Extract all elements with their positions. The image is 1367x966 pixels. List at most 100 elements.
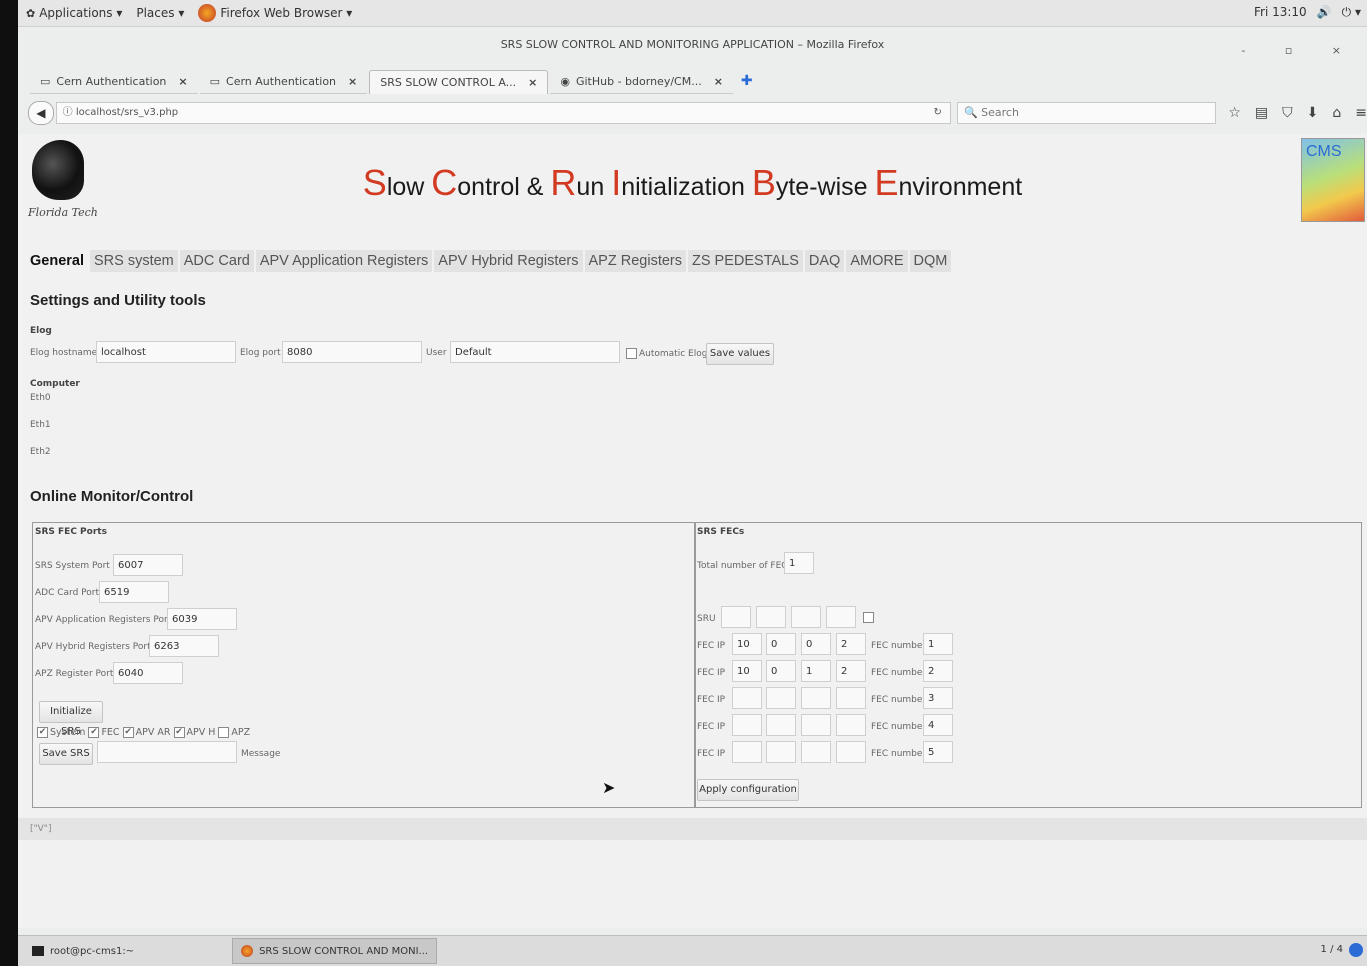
sru-ip-input[interactable]: [756, 606, 786, 628]
fec-number-label: FEC number: [871, 641, 927, 651]
srs-system-port-input[interactable]: 6007: [113, 554, 183, 576]
tab-apz-registers[interactable]: APZ Registers: [584, 250, 686, 272]
tab-zs-pedestals[interactable]: ZS PEDESTALS: [688, 250, 803, 272]
save-srs-button[interactable]: Save SRS: [39, 743, 93, 765]
fec-checkbox-label: FEC: [101, 727, 120, 738]
home-icon[interactable]: ⌂: [1332, 105, 1341, 121]
adc-card-port-input[interactable]: 6519: [99, 581, 169, 603]
fec-number-input[interactable]: 3: [923, 687, 953, 709]
browser-app-menu[interactable]: Firefox Web Browser ▾: [198, 4, 352, 22]
fec-ip-octet[interactable]: [801, 687, 831, 709]
applications-menu[interactable]: ✿ Applications ▾: [26, 6, 122, 20]
browser-tab[interactable]: ▭ Cern Authentication ×: [199, 70, 368, 94]
reader-icon[interactable]: ▤: [1255, 105, 1268, 121]
bottom-taskbar: root@pc-cms1:~ SRS SLOW CONTROL AND MONI…: [18, 935, 1367, 966]
banner-cap: C: [431, 162, 458, 203]
fec-ip-octet[interactable]: [732, 714, 762, 736]
apv-application-port-input[interactable]: 6039: [167, 608, 237, 630]
save-values-button[interactable]: Save values: [706, 343, 774, 365]
fec-ip-octet[interactable]: [766, 687, 796, 709]
volume-icon[interactable]: 🔊: [1317, 5, 1332, 20]
tab-dqm[interactable]: DQM: [909, 250, 952, 272]
taskbar-firefox[interactable]: SRS SLOW CONTROL AND MONI...: [232, 938, 438, 964]
user-input[interactable]: Default: [450, 341, 620, 363]
taskbar-terminal[interactable]: root@pc-cms1:~: [24, 939, 142, 963]
apz-checkbox[interactable]: APZ: [218, 727, 250, 738]
apz-register-port-input[interactable]: 6040: [113, 662, 183, 684]
sru-ip-input[interactable]: [721, 606, 751, 628]
browser-tab-active[interactable]: SRS SLOW CONTROL A... ×: [369, 70, 549, 94]
pocket-icon[interactable]: ⛉: [1282, 105, 1293, 121]
new-tab-button[interactable]: ✚: [735, 70, 759, 94]
apv-ar-checkbox[interactable]: ✔ APV AR: [122, 727, 170, 738]
fec-ip-octet[interactable]: [732, 687, 762, 709]
fec-ip-octet[interactable]: 10: [732, 660, 762, 682]
fec-number-input[interactable]: 5: [923, 741, 953, 763]
fec-ip-octet[interactable]: [801, 714, 831, 736]
apz-checkbox-label: APZ: [231, 727, 251, 738]
close-icon[interactable]: ×: [178, 75, 187, 88]
total-fecs-label: Total number of FECs: [697, 561, 793, 571]
fec-ip-octet[interactable]: 0: [766, 633, 796, 655]
search-input[interactable]: 🔍 Search: [956, 102, 1217, 124]
fec-ip-octet[interactable]: [766, 714, 796, 736]
fec-ip-octet[interactable]: [836, 741, 866, 763]
message-input[interactable]: [97, 741, 237, 763]
fec-ip-octet[interactable]: 10: [732, 633, 762, 655]
browser-tab[interactable]: ▭ Cern Authentication ×: [30, 70, 198, 94]
fec-number-input[interactable]: 2: [923, 660, 953, 682]
tab-apv-application-registers[interactable]: APV Application Registers: [255, 250, 433, 272]
initialize-srs-button[interactable]: Initialize SRS: [39, 701, 103, 737]
apv-h-checkbox[interactable]: ✔ APV H: [173, 727, 215, 738]
elog-hostname-input[interactable]: localhost: [96, 341, 236, 363]
apply-configuration-button[interactable]: Apply configuration: [697, 779, 799, 801]
close-icon[interactable]: ×: [528, 76, 537, 89]
url-bar[interactable]: ⓘ localhost/srs_v3.php ↻: [55, 102, 951, 124]
fec-number-input[interactable]: 4: [923, 714, 953, 736]
fec-ip-octet[interactable]: 2: [836, 660, 866, 682]
browser-tab[interactable]: ◉ GitHub - bdorney/CM... ×: [550, 70, 733, 94]
reload-icon[interactable]: ↻: [934, 103, 942, 123]
power-icon[interactable]: ⏻ ▾: [1342, 5, 1361, 20]
fec-ip-octet[interactable]: [836, 687, 866, 709]
close-icon[interactable]: ×: [348, 75, 357, 88]
places-menu[interactable]: Places ▾: [136, 6, 184, 20]
close-icon[interactable]: ×: [714, 75, 723, 88]
elog-port-input[interactable]: 8080: [282, 341, 422, 363]
window-controls[interactable]: - ▫ ×: [1241, 44, 1359, 57]
menu-icon[interactable]: ≡: [1355, 105, 1367, 121]
sru-checkbox[interactable]: [863, 612, 876, 623]
star-icon[interactable]: ☆: [1228, 105, 1241, 121]
automatic-elog-checkbox[interactable]: Automatic Elog: [626, 348, 707, 359]
fec-number-input[interactable]: 1: [923, 633, 953, 655]
sru-ip-input[interactable]: [791, 606, 821, 628]
info-icon: ⓘ: [62, 107, 73, 118]
system-checkbox[interactable]: ✔ System: [37, 727, 85, 738]
tab-apv-hybrid-registers[interactable]: APV Hybrid Registers: [434, 250, 583, 272]
fec-checkbox[interactable]: ✔ FEC: [88, 727, 120, 738]
fec-ip-octet[interactable]: 0: [801, 633, 831, 655]
tab-srs-system[interactable]: SRS system: [90, 250, 178, 272]
notification-icon[interactable]: [1349, 943, 1363, 957]
tab-general[interactable]: General: [26, 250, 88, 272]
sru-ip-input[interactable]: [826, 606, 856, 628]
banner-cap: S: [362, 162, 387, 203]
back-button[interactable]: ◀: [28, 101, 54, 125]
workspace-pager[interactable]: 1 / 4: [1321, 944, 1343, 955]
fec-ip-octet[interactable]: [766, 741, 796, 763]
fec-ip-octet[interactable]: [801, 741, 831, 763]
apv-hybrid-port-input[interactable]: 6263: [149, 635, 219, 657]
clock[interactable]: Fri 13:10: [1254, 5, 1307, 20]
tab-daq[interactable]: DAQ: [804, 250, 845, 272]
tab-label: SRS SLOW CONTROL A...: [380, 76, 517, 89]
download-icon[interactable]: ⬇: [1307, 105, 1319, 121]
total-fecs-input[interactable]: 1: [784, 552, 814, 574]
fec-ip-octet[interactable]: 2: [836, 633, 866, 655]
tab-adc-card[interactable]: ADC Card: [179, 250, 254, 272]
fec-ip-octet[interactable]: 1: [801, 660, 831, 682]
fec-ip-octet[interactable]: [836, 714, 866, 736]
apv-hybrid-port-label: APV Hybrid Registers Port: [35, 642, 151, 652]
fec-ip-octet[interactable]: [732, 741, 762, 763]
fec-ip-octet[interactable]: 0: [766, 660, 796, 682]
tab-amore[interactable]: AMORE: [846, 250, 908, 272]
